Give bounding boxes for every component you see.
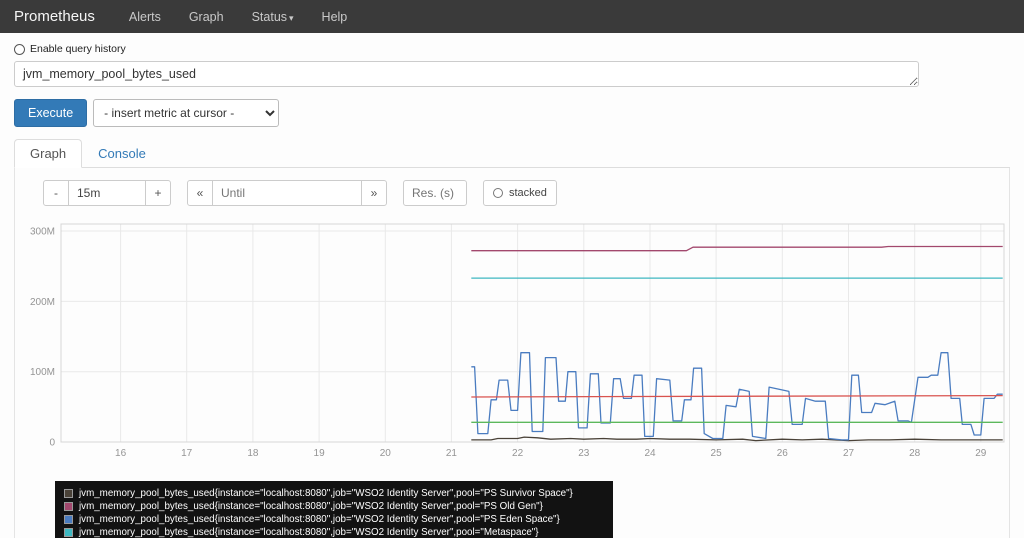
legend-label: jvm_memory_pool_bytes_used{instance="loc… bbox=[79, 514, 560, 525]
insert-metric-select[interactable]: - insert metric at cursor - bbox=[93, 99, 280, 127]
nav-help[interactable]: Help bbox=[322, 10, 348, 24]
svg-text:29: 29 bbox=[975, 448, 987, 459]
navbar: Prometheus Alerts Graph Status ▾ Help bbox=[0, 0, 1024, 33]
svg-text:21: 21 bbox=[446, 448, 458, 459]
resolution-input[interactable] bbox=[403, 180, 467, 206]
stacked-label: stacked bbox=[509, 187, 547, 199]
brand-link[interactable]: Prometheus bbox=[14, 8, 95, 25]
graph-panel: - + « » stacked 16 17 18 19 20 21 22 23 24 25 26 27… bbox=[14, 168, 1010, 538]
legend-swatch bbox=[64, 528, 73, 537]
legend-row: jvm_memory_pool_bytes_used{instance="loc… bbox=[64, 526, 604, 538]
svg-text:100M: 100M bbox=[30, 367, 55, 378]
execute-button[interactable]: Execute bbox=[14, 99, 88, 127]
svg-text:28: 28 bbox=[909, 448, 921, 459]
legend-row: jvm_memory_pool_bytes_used{instance="loc… bbox=[64, 500, 604, 513]
caret-down-icon: ▾ bbox=[289, 12, 294, 23]
stacked-checkbox[interactable] bbox=[493, 188, 503, 198]
legend-row: jvm_memory_pool_bytes_used{instance="loc… bbox=[64, 487, 604, 500]
svg-text:17: 17 bbox=[181, 448, 193, 459]
legend-label: jvm_memory_pool_bytes_used{instance="loc… bbox=[79, 488, 573, 499]
result-tabs: Graph Console bbox=[14, 139, 1010, 168]
legend-row: jvm_memory_pool_bytes_used{instance="loc… bbox=[64, 513, 604, 526]
svg-text:19: 19 bbox=[314, 448, 326, 459]
svg-text:16: 16 bbox=[115, 448, 127, 459]
execute-row: Execute - insert metric at cursor - bbox=[14, 99, 1010, 127]
query-input[interactable]: jvm_memory_pool_bytes_used bbox=[14, 61, 919, 87]
svg-text:24: 24 bbox=[644, 448, 656, 459]
time-forward-button[interactable]: » bbox=[361, 180, 387, 206]
main-content: Enable query history jvm_memory_pool_byt… bbox=[0, 33, 1024, 538]
time-back-button[interactable]: « bbox=[187, 180, 213, 206]
legend-swatch bbox=[64, 489, 73, 498]
svg-text:22: 22 bbox=[512, 448, 524, 459]
tab-graph[interactable]: Graph bbox=[14, 139, 83, 168]
svg-text:200M: 200M bbox=[30, 297, 55, 308]
range-input[interactable] bbox=[68, 180, 146, 206]
query-history-row: Enable query history bbox=[14, 43, 1010, 55]
query-history-checkbox[interactable] bbox=[14, 43, 25, 55]
nav-status-label: Status bbox=[251, 9, 288, 24]
tab-console[interactable]: Console bbox=[82, 139, 162, 168]
nav-alerts[interactable]: Alerts bbox=[129, 10, 161, 24]
svg-text:26: 26 bbox=[777, 448, 789, 459]
chart-svg[interactable]: 16 17 18 19 20 21 22 23 24 25 26 27 28 29 0 100M 200M 300… bbox=[25, 214, 1010, 464]
range-decrease-button[interactable]: - bbox=[43, 180, 69, 206]
legend-label: jvm_memory_pool_bytes_used{instance="loc… bbox=[79, 501, 543, 512]
legend-swatch bbox=[64, 502, 73, 511]
range-control-group: - + bbox=[43, 180, 171, 206]
time-control-group: « » bbox=[187, 180, 387, 206]
nav-graph[interactable]: Graph bbox=[189, 10, 224, 24]
legend: jvm_memory_pool_bytes_used{instance="loc… bbox=[55, 481, 613, 538]
svg-text:300M: 300M bbox=[30, 227, 55, 238]
chart[interactable]: 16 17 18 19 20 21 22 23 24 25 26 27 28 29 0 100M 200M 300… bbox=[25, 214, 1005, 469]
svg-text:27: 27 bbox=[843, 448, 855, 459]
nav-status-dropdown[interactable]: Status ▾ bbox=[252, 10, 294, 24]
graph-controls: - + « » stacked bbox=[43, 180, 1005, 206]
query-history-label: Enable query history bbox=[30, 43, 126, 55]
svg-text:0: 0 bbox=[49, 438, 55, 449]
svg-text:25: 25 bbox=[711, 448, 723, 459]
svg-text:20: 20 bbox=[380, 448, 392, 459]
range-increase-button[interactable]: + bbox=[145, 180, 171, 206]
svg-text:23: 23 bbox=[578, 448, 590, 459]
until-input[interactable] bbox=[212, 180, 362, 206]
stacked-toggle[interactable]: stacked bbox=[483, 180, 557, 206]
svg-text:18: 18 bbox=[247, 448, 259, 459]
legend-swatch bbox=[64, 515, 73, 524]
legend-label: jvm_memory_pool_bytes_used{instance="loc… bbox=[79, 527, 539, 538]
